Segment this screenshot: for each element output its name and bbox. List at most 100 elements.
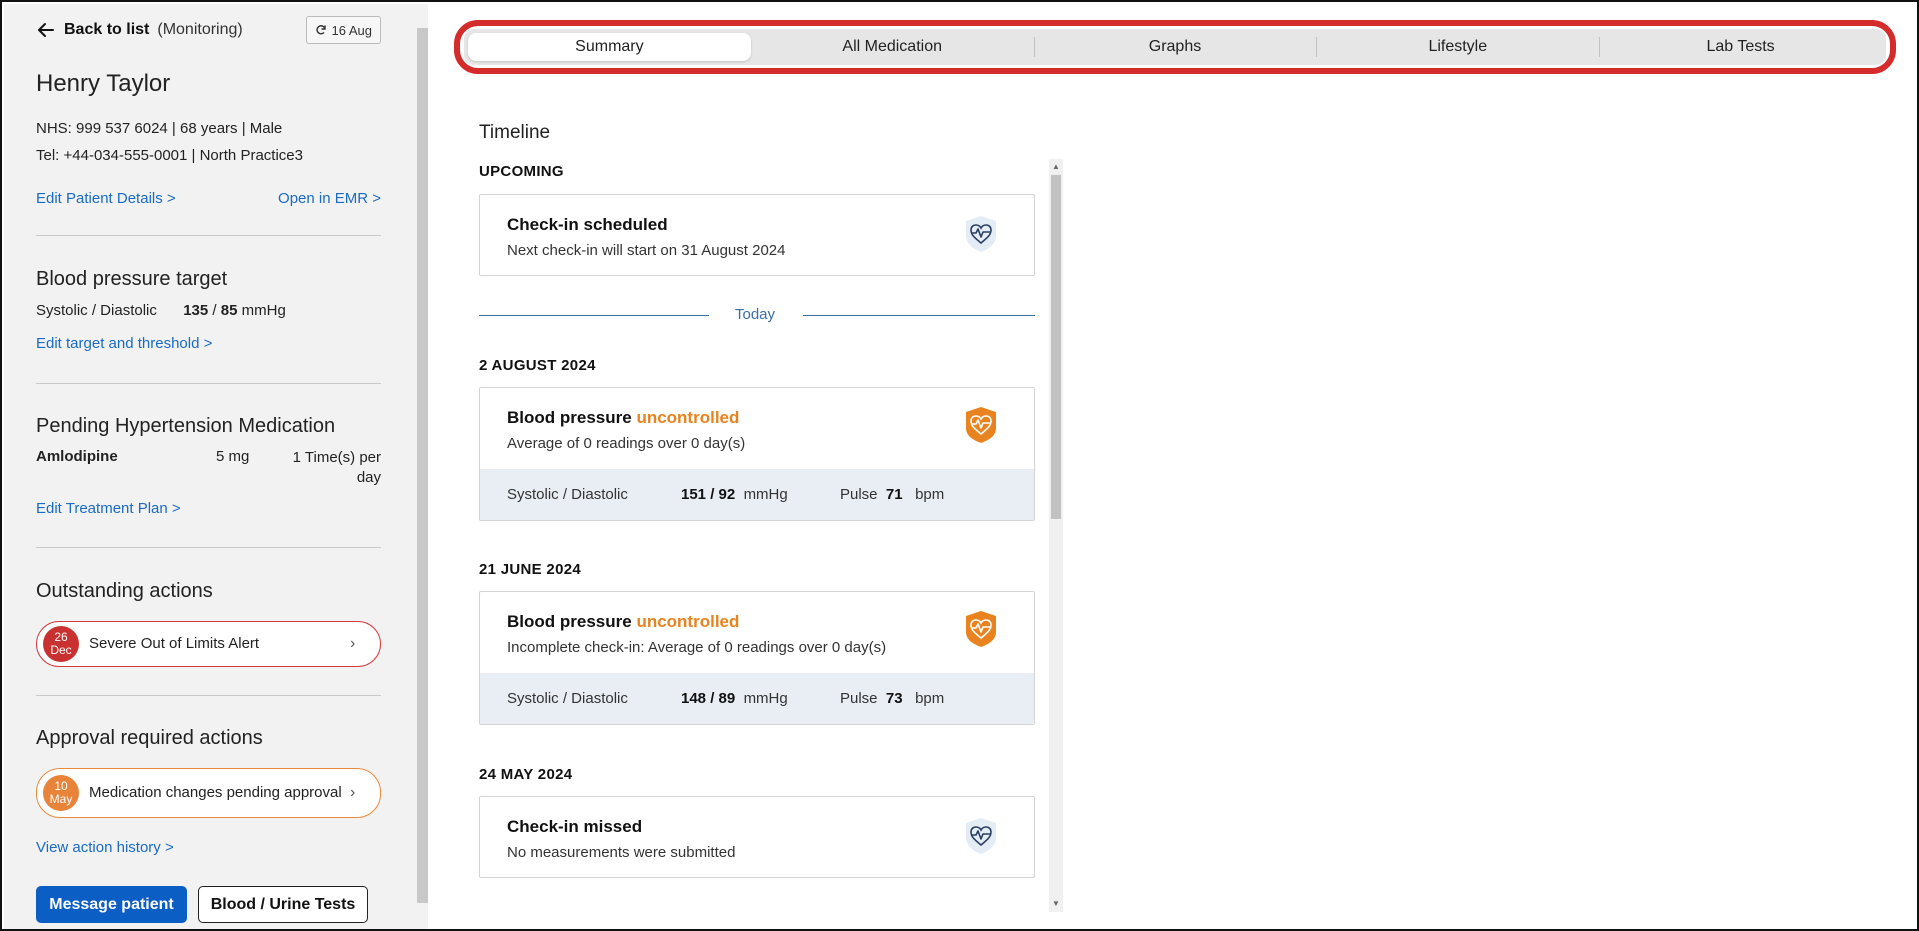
badge-month: Dec [50,643,72,657]
tab-bar: Summary All Medication Graphs Lifestyle … [464,29,1886,65]
app-window: Back to list (Monitoring) 16 Aug Henry T… [0,0,1919,931]
bp-target-systolic: 135 [183,302,209,319]
bp-entry-card[interactable]: Blood pressure uncontrolled Average of 0… [479,387,1035,521]
pulse-unit: bpm [915,690,945,707]
bp-entry-title: Blood pressure uncontrolled [507,612,739,632]
bp-entry-status: uncontrolled [636,408,740,427]
heart-alert-shield-icon [966,611,996,647]
open-in-emr-link[interactable]: Open in EMR > [278,190,381,207]
medication-frequency: 1 Time(s) per day [292,449,381,486]
pending-medication-title: Pending Hypertension Medication [36,415,336,437]
upcoming-header: UPCOMING [479,163,564,180]
stat-label: Systolic / Diastolic [507,690,628,707]
bp-entry-subtitle: Incomplete check-in: Average of 0 readin… [507,639,887,656]
bp-unit: mmHg [743,486,788,503]
bp-target-row: Systolic / Diastolic 135 / 85 mmHg [36,302,286,319]
missed-subtitle: No measurements were submitted [507,844,736,861]
outstanding-actions-title: Outstanding actions [36,580,213,602]
scroll-down-arrow-icon[interactable]: ▼ [1051,899,1061,909]
sidebar-scrollbar[interactable] [417,28,428,903]
back-row: Back to list (Monitoring) 16 Aug [36,16,381,44]
divider [36,235,381,236]
today-line [479,315,709,316]
refresh-icon [315,25,326,35]
missed-title: Check-in missed [507,817,643,836]
patient-tel-line: Tel: +44-034-555-0001 | North Practice3 [36,147,303,164]
divider [36,383,381,384]
bp-target-separator: / [212,302,217,319]
pulse-unit: bpm [915,486,945,503]
bp-entry-status: uncontrolled [636,612,740,631]
divider [36,547,381,548]
scroll-up-arrow-icon[interactable]: ▲ [1051,162,1061,172]
chevron-right-icon: › [350,635,356,652]
bp-target-diastolic: 85 [220,302,238,319]
date-badge: 26 Dec [43,626,79,662]
entry-date-header: 21 JUNE 2024 [479,561,582,578]
timeline-title: Timeline [479,122,551,143]
approval-action-label: Medication changes pending approval [89,784,342,801]
divider [36,695,381,696]
checkin-missed-card[interactable]: Check-in missed No measurements were sub… [479,796,1035,878]
edit-treatment-plan-link[interactable]: Edit Treatment Plan > [36,500,181,517]
bp-value: 148 / 89 [681,690,736,707]
back-to-list-link[interactable]: Back to list [64,21,149,39]
patient-sidebar: Back to list (Monitoring) 16 Aug Henry T… [4,4,428,929]
stat-label: Systolic / Diastolic [507,486,628,503]
date-badge: 10 May [43,775,79,811]
heart-alert-shield-icon [966,407,996,443]
approval-action-item[interactable]: 10 May Medication changes pending approv… [36,768,381,818]
today-divider: Today [479,304,1035,328]
tab-graphs[interactable]: Graphs [1033,33,1317,61]
chevron-right-icon: › [350,784,356,801]
bp-unit: mmHg [743,690,788,707]
bp-reading: 151 / 92 mmHg [681,486,788,503]
tab-all-medication[interactable]: All Medication [751,33,1034,61]
bp-target-label: Systolic / Diastolic [36,302,157,319]
outstanding-action-item[interactable]: 26 Dec Severe Out of Limits Alert › [36,621,381,667]
medication-name: Amlodipine [36,448,118,465]
refresh-date-label: 16 Aug [331,22,373,38]
tab-lifestyle[interactable]: Lifestyle [1316,33,1599,61]
refresh-date-button[interactable]: 16 Aug [305,16,381,44]
view-action-history-link[interactable]: View action history > [36,839,174,856]
heart-monitor-shield-icon [966,818,996,854]
timeline-scroll-thumb[interactable] [1051,175,1061,519]
message-patient-button[interactable]: Message patient [36,886,187,923]
tab-summary[interactable]: Summary [468,33,751,61]
bp-entry-card[interactable]: Blood pressure uncontrolled Incomplete c… [479,591,1035,725]
today-label: Today [735,306,776,323]
today-line [803,315,1035,316]
edit-patient-details-link[interactable]: Edit Patient Details > [36,190,176,207]
heart-monitor-shield-icon [966,216,996,252]
outstanding-action-label: Severe Out of Limits Alert [89,635,260,652]
pulse-value: 71 [885,486,903,503]
badge-month: May [49,792,73,806]
pulse-reading: Pulse 71 bpm [840,486,944,503]
monitoring-status: (Monitoring) [157,21,243,38]
bp-reading: 148 / 89 mmHg [681,690,788,707]
back-arrow-icon[interactable] [36,20,56,40]
bp-value: 151 / 92 [681,486,736,503]
pulse-label: Pulse [840,486,878,503]
patient-nhs-line: NHS: 999 537 6024 | 68 years | Male [36,120,283,137]
bp-entry-stats: Systolic / Diastolic 151 / 92 mmHg Pulse… [480,469,1034,520]
approval-actions-title: Approval required actions [36,727,263,749]
bp-entry-title-prefix: Blood pressure [507,612,632,631]
bp-entry-subtitle: Average of 0 readings over 0 day(s) [507,435,746,452]
pulse-label: Pulse [840,690,878,707]
pulse-reading: Pulse 73 bpm [840,690,944,707]
checkin-title: Check-in scheduled [507,215,668,234]
edit-target-link[interactable]: Edit target and threshold > [36,335,212,352]
bp-target-title: Blood pressure target [36,268,228,290]
bp-entry-title: Blood pressure uncontrolled [507,408,739,428]
checkin-scheduled-card[interactable]: Check-in scheduled Next check-in will st… [479,194,1035,276]
bp-target-unit: mmHg [241,302,286,319]
bp-entry-title-prefix: Blood pressure [507,408,632,427]
tab-lab-tests[interactable]: Lab Tests [1599,33,1882,61]
entry-date-header: 24 MAY 2024 [479,766,573,783]
bp-entry-stats: Systolic / Diastolic 148 / 89 mmHg Pulse… [480,673,1034,724]
patient-name: Henry Taylor [36,70,171,97]
checkin-subtitle: Next check-in will start on 31 August 20… [507,242,786,259]
blood-urine-tests-button[interactable]: Blood / Urine Tests [198,886,368,923]
